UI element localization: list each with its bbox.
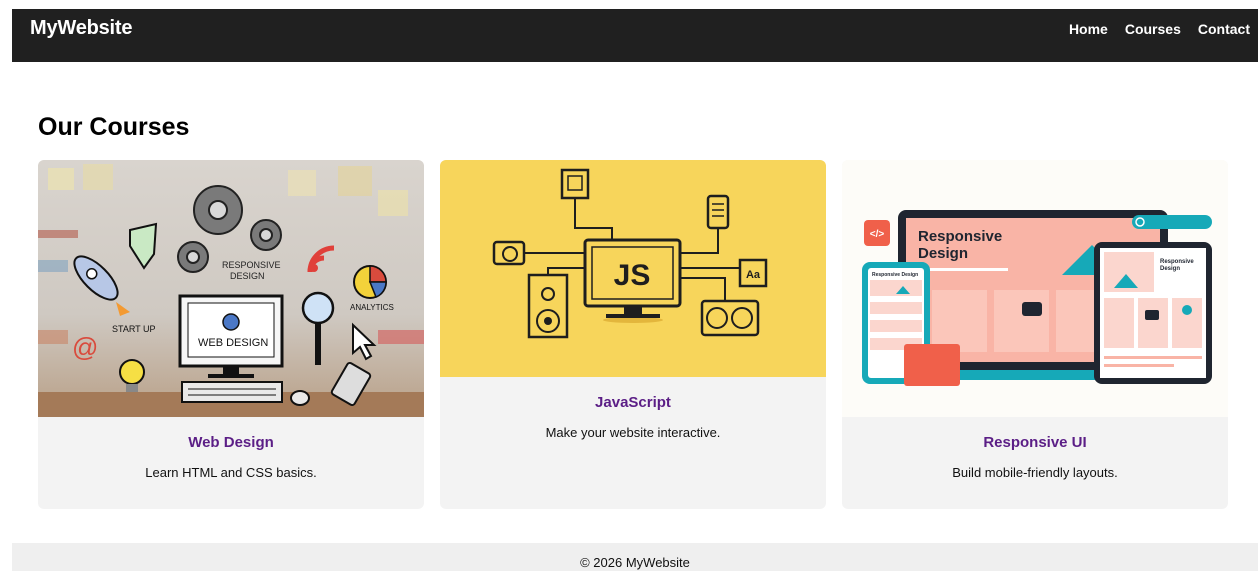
laptop-heading-1: Responsive — [918, 228, 1002, 245]
card-title[interactable]: JavaScript — [440, 394, 826, 411]
code-badge-text: </> — [870, 229, 885, 240]
site-header: MyWebsite Home Courses Contact — [12, 9, 1258, 62]
site-footer: © 2026 MyWebsite — [12, 543, 1258, 571]
web-design-illustration: RESPONSIVE DESIGN WEB DESIGN START UP AN… — [38, 160, 424, 417]
card-title[interactable]: Web Design — [38, 434, 424, 451]
card-description: Learn HTML and CSS basics. — [145, 465, 317, 480]
phone-heading: Responsive Design — [872, 272, 918, 278]
javascript-illustration: JS Aa — [440, 160, 826, 377]
card-title[interactable]: Responsive UI — [842, 434, 1228, 451]
img-text-responsive: RESPONSIVE — [222, 260, 281, 270]
nav-link-courses[interactable]: Courses — [1125, 21, 1181, 37]
font-box-text: Aa — [746, 269, 761, 281]
course-card-javascript[interactable]: JS Aa JavaScript Make your website inter… — [440, 160, 826, 509]
nav-link-contact[interactable]: Contact — [1198, 21, 1250, 37]
page-title: Our Courses — [38, 113, 190, 141]
img-text-design: DESIGN — [230, 271, 265, 281]
js-logo-text: JS — [614, 259, 651, 292]
responsive-ui-illustration: </> Responsive Design Responsive Design — [842, 160, 1228, 417]
tablet-heading-2: Design — [1160, 266, 1180, 272]
main-nav: Home Courses Contact — [1069, 21, 1250, 37]
img-text-at: @ — [72, 332, 98, 362]
course-card-web-design[interactable]: RESPONSIVE DESIGN WEB DESIGN START UP AN… — [38, 160, 424, 509]
card-description: Build mobile-friendly layouts. — [952, 465, 1118, 480]
nav-link-home[interactable]: Home — [1069, 21, 1108, 37]
img-text-analytics: ANALYTICS — [350, 303, 394, 312]
card-description: Make your website interactive. — [545, 425, 721, 440]
course-card-responsive-ui[interactable]: </> Responsive Design Responsive Design — [842, 160, 1228, 509]
img-text-start-up: START UP — [112, 324, 156, 334]
tablet-heading-1: Responsive — [1160, 259, 1194, 265]
img-text-web-design: WEB DESIGN — [198, 337, 268, 349]
site-logo[interactable]: MyWebsite — [30, 17, 133, 40]
footer-copyright: © 2026 MyWebsite — [580, 555, 690, 570]
laptop-heading-2: Design — [918, 245, 968, 262]
